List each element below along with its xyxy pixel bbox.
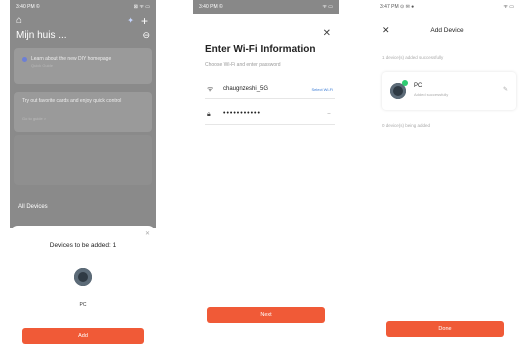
banner-text: Learn about the new DIY homepage [31,56,112,62]
lock-icon: 🔒︎ [207,111,211,118]
check-icon [402,80,408,86]
wifi-icon: ᯤ [207,86,214,93]
home-title[interactable]: Mijn huis ... [16,30,67,41]
device-name: PC [414,83,423,89]
device-status: Added successfully [414,92,449,97]
next-button[interactable]: Next [207,307,325,323]
wifi-name-field[interactable]: ᯤ chaugnzeshi_5G Select Wi-Fi [205,82,335,99]
tip-text: Try out favorite cards and enjoy quick c… [22,98,122,104]
banner-subtext: Quick Guide [31,63,54,68]
eye-off-icon[interactable]: ⌣ [327,111,331,118]
password-field[interactable]: 🔒︎ ••••••••••• ⌣ [205,108,335,125]
status-icons: ᯤ ▭ [322,4,333,10]
section-label: 1 device(s) added successfully [382,55,444,60]
device-label: PC [79,302,87,308]
add-icon[interactable]: + [141,14,148,28]
page-title: Enter Wi-Fi Information [205,44,316,55]
page-title: Add Device [430,27,464,34]
pin-icon[interactable]: ✦ [127,16,134,25]
add-device-sheet: ✕ Devices to be added: 1 PC Add [10,226,156,351]
home-icon[interactable]: ⌂ [16,15,22,26]
edit-icon[interactable]: ✎ [503,86,508,93]
device-avatar [74,268,92,286]
tip-card[interactable]: Try out favorite cards and enjoy quick c… [14,92,152,132]
status-time: 3:40 PM © [16,4,40,10]
tip-link[interactable]: Go to guide > [22,116,46,121]
status-icons: ⊠ ᯤ ▭ [133,4,150,10]
done-button[interactable]: Done [386,321,504,337]
phone-screen-added: 3:47 PM ⊙ ✉ ● ᯤ ▭ ✕ Add Device 1 device(… [374,0,520,351]
page-subtitle: Choose Wi-Fi and enter password [205,62,281,68]
phone-screen-home: 3:40 PM © ⊠ ᯤ ▭ ⌂ ✦ + Mijn huis ... ⊖ Le… [10,0,156,351]
wifi-name-value[interactable]: chaugnzeshi_5G [223,86,268,92]
more-icon[interactable]: ⊖ [142,30,150,41]
status-time: 3:40 PM © [199,4,223,10]
added-device-card[interactable]: PC Added successfully ✎ [382,72,516,110]
status-icons: ᯤ ▭ [503,4,514,10]
all-devices-tab[interactable]: All Devices [18,204,48,210]
select-wifi-link[interactable]: Select Wi-Fi [311,87,333,92]
close-icon[interactable]: ✕ [323,28,331,39]
status-bar: 3:40 PM © ᯤ ▭ [193,0,339,14]
banner-icon [22,57,27,62]
banner-card[interactable]: Learn about the new DIY homepage Quick G… [14,48,152,84]
dimmed-background: 3:40 PM © ⊠ ᯤ ▭ ⌂ ✦ + Mijn huis ... ⊖ Le… [10,0,156,228]
password-value[interactable]: ••••••••••• [223,110,261,117]
phone-screen-wifi: 3:40 PM © ᯤ ▭ ✕ Enter Wi-Fi Information … [193,0,339,351]
add-button[interactable]: Add [22,328,144,344]
close-icon[interactable]: ✕ [145,230,150,237]
status-bar: 3:47 PM ⊙ ✉ ● ᯤ ▭ [374,0,520,14]
pending-label: 0 device(s) being added [382,123,431,128]
status-bar: 3:40 PM © ⊠ ᯤ ▭ [10,0,156,14]
status-time: 3:47 PM ⊙ ✉ ● [380,4,415,10]
device-card[interactable] [14,135,152,185]
sheet-title: Devices to be added: 1 [49,242,117,249]
